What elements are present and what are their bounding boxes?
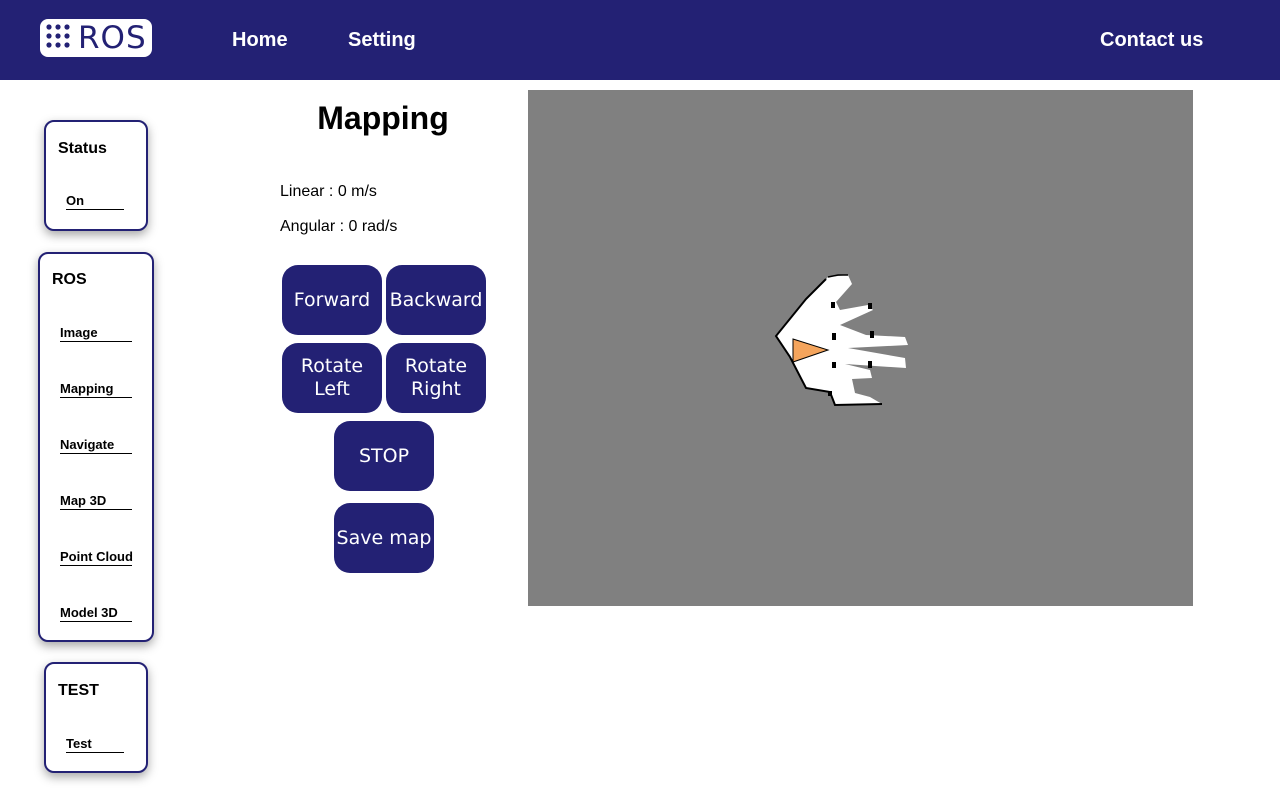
map-obstacle: [868, 361, 872, 368]
nav-contact-us[interactable]: Contact us: [1100, 29, 1203, 52]
nav-home[interactable]: Home: [232, 29, 288, 52]
rotate-left-button[interactable]: Rotate Left: [282, 343, 382, 413]
sidebar-item-model-3d[interactable]: Model 3D: [60, 605, 132, 622]
map-obstacle: [831, 302, 835, 308]
angular-velocity-readout: Angular : 0 rad/s: [280, 218, 398, 235]
sidebar-item-point-cloud[interactable]: Point Cloud: [60, 549, 133, 566]
sidebar-item-test[interactable]: Test: [66, 736, 124, 753]
map-obstacle: [868, 303, 872, 309]
ros-card-title: ROS: [52, 271, 87, 288]
top-navbar: ROS Home Setting Contact us: [0, 0, 1280, 80]
linear-velocity-readout: Linear : 0 m/s: [280, 183, 377, 200]
status-value[interactable]: On: [66, 193, 124, 210]
nav-setting[interactable]: Setting: [348, 29, 416, 52]
logo-text: ROS: [78, 20, 147, 56]
ros-logo[interactable]: ROS: [40, 19, 152, 57]
ros-logo-dots-icon: [46, 24, 70, 48]
forward-button[interactable]: Forward: [282, 265, 382, 335]
map-obstacle: [832, 362, 836, 368]
sidebar-item-navigate[interactable]: Navigate: [60, 437, 132, 454]
status-card-title: Status: [58, 140, 107, 157]
test-card-title: TEST: [58, 682, 99, 699]
map-obstacle: [870, 331, 874, 338]
sidebar-item-mapping[interactable]: Mapping: [60, 381, 132, 398]
map-obstacle: [828, 391, 832, 396]
backward-button[interactable]: Backward: [386, 265, 486, 335]
map-obstacle: [832, 333, 836, 340]
sidebar-item-map-3d[interactable]: Map 3D: [60, 493, 132, 510]
occupancy-map: [774, 274, 908, 407]
sidebar-item-image[interactable]: Image: [60, 325, 132, 342]
rotate-right-button[interactable]: Rotate Right: [386, 343, 486, 413]
status-card: Status On: [44, 120, 148, 231]
ros-card: ROS Image Mapping Navigate Map 3D Point …: [38, 252, 154, 642]
stop-button[interactable]: STOP: [334, 421, 434, 491]
occupancy-map-viewer[interactable]: [528, 90, 1193, 606]
test-card: TEST Test: [44, 662, 148, 773]
page-title: Mapping: [317, 100, 449, 136]
save-map-button[interactable]: Save map: [334, 503, 434, 573]
